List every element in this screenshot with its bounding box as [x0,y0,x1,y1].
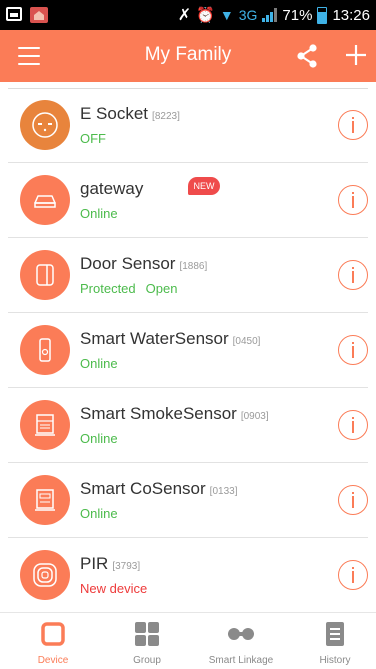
info-icon[interactable] [338,185,368,215]
pir-icon [20,550,70,600]
status-text: New device [80,581,148,596]
device-code: [1886] [179,261,208,272]
signal-icon [262,8,278,22]
linkage-tab-icon [228,621,254,647]
status-text-secondary: Open [145,281,178,296]
device-name: Smart CoSensor [80,479,206,498]
add-device-button[interactable] [343,42,369,68]
tab-device[interactable]: Device [6,613,100,669]
device-row-co-sensor[interactable]: Smart CoSensor [0133] Online [8,463,368,538]
clock: 13:26 [332,6,370,24]
share-icon[interactable] [294,43,320,69]
water-sensor-icon [20,325,70,375]
battery-percent: 71% [282,6,313,24]
device-row-door-sensor[interactable]: Door Sensor [1886] Protected Open [8,238,368,313]
status-text: Protected [80,281,136,296]
device-list: E Socket [8223] OFF gateway NEW Online D… [0,88,376,613]
tab-smart-linkage[interactable]: Smart Linkage [194,613,288,669]
device-row-smoke-sensor[interactable]: Smart SmokeSensor [0903] Online [8,388,368,463]
alarm-icon: ⏰ [196,7,215,24]
status-bar: ✗ ⏰ ▼ 3G 71% 13:26 [0,0,376,30]
tab-label: History [319,655,351,666]
wifi-icon: ▼ [219,7,234,23]
tab-label: Smart Linkage [208,655,274,666]
door-sensor-icon [20,250,70,300]
status-text: Online [80,506,118,521]
device-status: New device [80,581,147,596]
device-row-gateway[interactable]: gateway NEW Online [8,163,368,238]
info-icon[interactable] [338,485,368,515]
device-status: Online [80,431,118,446]
co-sensor-icon [20,475,70,525]
status-text: Online [80,206,118,221]
device-code: [0450] [232,336,261,347]
history-tab-icon [322,621,348,647]
device-tab-icon [40,621,66,647]
device-name: PIR [80,554,109,573]
info-icon[interactable] [338,260,368,290]
device-status: Online [80,506,118,521]
info-icon[interactable] [338,110,368,140]
device-name: Door Sensor [80,254,176,273]
info-icon[interactable] [338,410,368,440]
device-code: [8223] [152,111,180,122]
new-badge: NEW [188,177,220,195]
group-tab-icon [134,621,160,647]
network-type: 3G [238,7,258,23]
device-name: gateway [80,179,144,198]
device-status: Online [80,206,118,221]
tab-label: Group [133,655,161,666]
device-row-water-sensor[interactable]: Smart WaterSensor [0450] Online [8,313,368,388]
tab-history[interactable]: History [288,613,376,669]
image-notification-icon [6,7,22,21]
status-text: Online [80,431,118,446]
tab-group[interactable]: Group [100,613,194,669]
app-header: My Family [0,30,376,82]
device-status: Protected Open [80,281,177,296]
device-code: [0903] [240,411,269,422]
gateway-icon [20,175,70,225]
status-text: OFF [80,131,106,146]
device-name: E Socket [80,104,149,123]
status-text: Online [80,356,118,371]
device-name: Smart SmokeSensor [80,404,237,423]
device-status: OFF [80,131,106,146]
mute-icon: ✗ [177,7,192,24]
info-icon[interactable] [338,560,368,590]
bottom-tab-bar: Device Group Smart Linkage History [0,612,376,669]
device-code: [0133] [209,486,238,497]
device-code: [3793] [112,561,141,572]
info-icon[interactable] [338,335,368,365]
device-row-esocket[interactable]: E Socket [8223] OFF [8,88,368,163]
home-app-notification-icon [30,7,48,23]
smoke-sensor-icon [20,400,70,450]
device-row-pir[interactable]: PIR [3793] New device [8,538,368,613]
socket-icon [20,100,70,150]
device-name: Smart WaterSensor [80,329,229,348]
tab-label: Device [37,655,69,666]
device-status: Online [80,356,118,371]
battery-icon [317,6,328,24]
